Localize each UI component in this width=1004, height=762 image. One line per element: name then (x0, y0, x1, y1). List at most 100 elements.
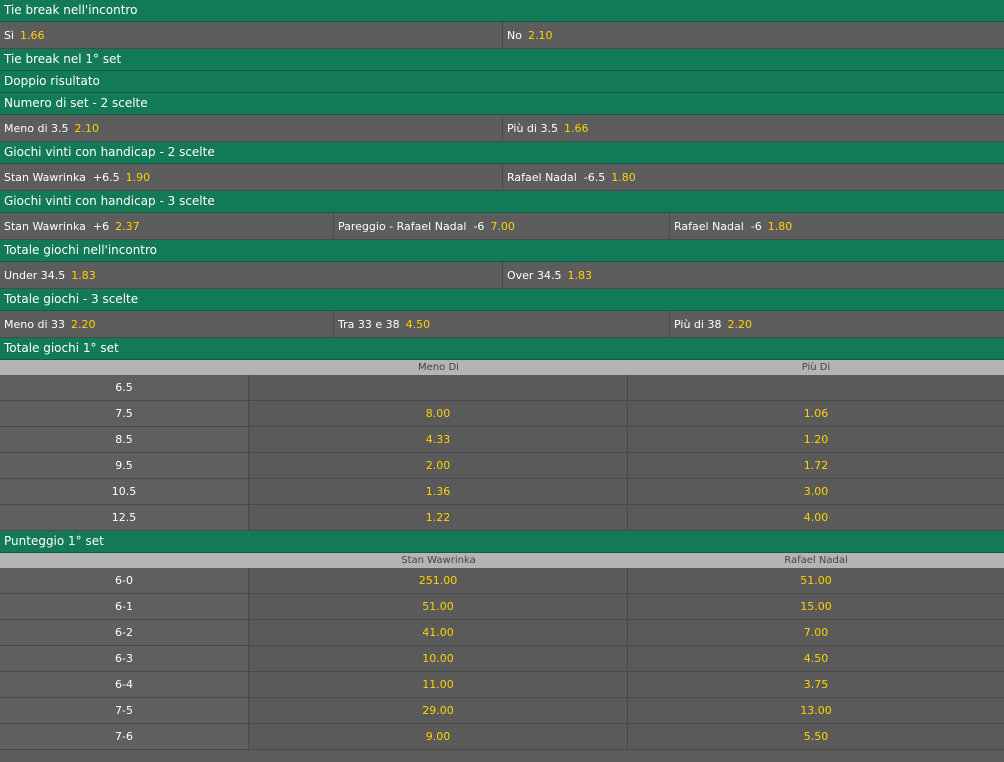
selection-less-than-33[interactable]: Meno di 33 2.20 (0, 311, 334, 337)
selection-row: Under 34.5 1.83 Over 34.5 1.83 (0, 262, 1004, 289)
grid-score: 6-4 (0, 672, 249, 697)
selection-odd: 1.80 (611, 170, 636, 184)
grid-row: 6-4 11.00 3.75 (0, 672, 1004, 698)
grid-odd-player1[interactable]: 10.00 (249, 646, 628, 671)
column-header-line (0, 360, 249, 375)
selection-label: Under 34.5 (4, 268, 66, 282)
selection-label: Rafael Nadal -6 (674, 219, 762, 233)
selection-odd: 1.66 (20, 28, 45, 42)
grid-odd-under[interactable]: 1.22 (249, 505, 628, 530)
selection-more-than-38[interactable]: Più di 38 2.20 (670, 311, 1004, 337)
grid-odd-under[interactable]: 8.00 (249, 401, 628, 426)
grid-odd-under[interactable]: 4.33 (249, 427, 628, 452)
market-header-tie-break-match[interactable]: Tie break nell'incontro (0, 0, 1004, 22)
market-header-double-result[interactable]: Doppio risultato (0, 71, 1004, 93)
grid-line: 12.5 (0, 505, 249, 530)
grid-odd-player2[interactable]: 15.00 (628, 594, 1004, 619)
selection-si[interactable]: Sì 1.66 (0, 22, 503, 48)
grid-odd-under[interactable]: 1.36 (249, 479, 628, 504)
selection-label: Più di 38 (674, 317, 722, 331)
grid-row: 6.5 (0, 375, 1004, 401)
grid-row: 6-1 51.00 15.00 (0, 594, 1004, 620)
column-header-over: Più Di (801, 362, 831, 373)
grid-odd-over[interactable]: 1.72 (628, 453, 1004, 478)
selection-over-3-5[interactable]: Più di 3.5 1.66 (503, 115, 1004, 141)
selection-label: Meno di 33 (4, 317, 65, 331)
selection-label: Tra 33 e 38 (338, 317, 400, 331)
grid-odd-over[interactable]: 1.20 (628, 427, 1004, 452)
selection-over[interactable]: Over 34.5 1.83 (503, 262, 1004, 288)
grid-odd-player1[interactable]: 251.00 (249, 568, 628, 593)
selection-under-3-5[interactable]: Meno di 3.5 2.10 (0, 115, 503, 141)
grid-score: 6-1 (0, 594, 249, 619)
grid-odd-player2[interactable]: 51.00 (628, 568, 1004, 593)
grid-score: 6-0 (0, 568, 249, 593)
selection-draw-handicap[interactable]: Pareggio - Rafael Nadal -6 7.00 (334, 213, 670, 239)
selection-odd: 2.20 (71, 317, 96, 331)
market-header-total-games[interactable]: Totale giochi nell'incontro (0, 240, 1004, 262)
grid-line: 6.5 (0, 375, 249, 400)
selection-row: Meno di 3.5 2.10 Più di 3.5 1.66 (0, 115, 1004, 142)
selection-row: Stan Wawrinka +6 2.37 Pareggio - Rafael N… (0, 213, 1004, 240)
market-header-number-of-sets[interactable]: Numero di set - 2 scelte (0, 93, 1004, 115)
selection-under[interactable]: Under 34.5 1.83 (0, 262, 503, 288)
selection-odd: 4.50 (405, 317, 431, 331)
column-header-player1: Stan Wawrinka (401, 555, 476, 566)
grid-odd-under[interactable]: 2.00 (249, 453, 628, 478)
selection-label: Pareggio - Rafael Nadal -6 (338, 219, 485, 233)
grid-line: 8.5 (0, 427, 249, 452)
market-header-total-games-3[interactable]: Totale giochi - 3 scelte (0, 289, 1004, 311)
selection-between-33-38[interactable]: Tra 33 e 38 4.50 (334, 311, 670, 337)
grid-row: 8.5 4.33 1.20 (0, 427, 1004, 453)
grid-score: 7-6 (0, 724, 249, 749)
selection-odd: 2.10 (527, 28, 553, 42)
grid-odd-player2[interactable]: 7.00 (628, 620, 1004, 645)
market-header-tie-break-set1[interactable]: Tie break nel 1° set (0, 49, 1004, 71)
selection-wawrinka-handicap[interactable]: Stan Wawrinka +6.5 1.90 (0, 164, 503, 190)
grid-row: 10.5 1.36 3.00 (0, 479, 1004, 505)
grid-row: 7-5 29.00 13.00 (0, 698, 1004, 724)
market-header-handicap-2[interactable]: Giochi vinti con handicap - 2 scelte (0, 142, 1004, 164)
grid-odd-player1[interactable]: 51.00 (249, 594, 628, 619)
selection-odd: 2.20 (727, 317, 752, 331)
selection-no[interactable]: No 2.10 (503, 22, 1004, 48)
grid-row: 6-0 251.00 51.00 (0, 568, 1004, 594)
selection-row: Meno di 33 2.20 Tra 33 e 38 4.50 Più di 38… (0, 311, 1004, 338)
selection-odd: 1.80 (767, 219, 793, 233)
selection-label: Sì (4, 28, 15, 42)
grid-odd-player1[interactable]: 9.00 (249, 724, 628, 749)
grid-odd-player1[interactable]: 29.00 (249, 698, 628, 723)
grid-odd-player2[interactable]: 13.00 (628, 698, 1004, 723)
selection-label: Rafael Nadal -6.5 (507, 170, 606, 184)
selection-odd: 1.90 (125, 170, 151, 184)
grid-odd-player1[interactable]: 11.00 (249, 672, 628, 697)
market-header-handicap-3[interactable]: Giochi vinti con handicap - 3 scelte (0, 191, 1004, 213)
grid-row: 12.5 1.22 4.00 (0, 505, 1004, 531)
grid-odd-over[interactable] (628, 375, 1004, 400)
selection-nadal-handicap[interactable]: Rafael Nadal -6.5 1.80 (503, 164, 1004, 190)
grid-odd-player1[interactable]: 41.00 (249, 620, 628, 645)
grid-odd-over[interactable]: 4.00 (628, 505, 1004, 530)
grid-odd-player2[interactable]: 4.50 (628, 646, 1004, 671)
grid-odd-over[interactable]: 3.00 (628, 479, 1004, 504)
selection-nadal-handicap[interactable]: Rafael Nadal -6 1.80 (670, 213, 1004, 239)
grid-odd-player2[interactable]: 5.50 (628, 724, 1004, 749)
grid-odd-player2[interactable]: 3.75 (628, 672, 1004, 697)
selection-label: No (507, 28, 522, 42)
column-header-player2: Rafael Nadal (784, 555, 848, 566)
selection-label: Più di 3.5 (507, 121, 558, 135)
selection-label: Meno di 3.5 (4, 121, 69, 135)
selection-odd: 1.83 (71, 268, 96, 282)
selection-label: Stan Wawrinka +6 (4, 219, 110, 233)
grid-odd-under[interactable] (249, 375, 628, 400)
column-header-score (0, 553, 249, 568)
selection-wawrinka-handicap[interactable]: Stan Wawrinka +6 2.37 (0, 213, 334, 239)
grid-row: 6-2 41.00 7.00 (0, 620, 1004, 646)
market-header-total-games-set1[interactable]: Totale giochi 1° set (0, 338, 1004, 360)
selection-label: Over 34.5 (507, 268, 562, 282)
grid-line: 10.5 (0, 479, 249, 504)
grid-row: 9.5 2.00 1.72 (0, 453, 1004, 479)
grid-odd-over[interactable]: 1.06 (628, 401, 1004, 426)
market-header-set1-score[interactable]: Punteggio 1° set (0, 531, 1004, 553)
selection-odd: 2.37 (115, 219, 140, 233)
